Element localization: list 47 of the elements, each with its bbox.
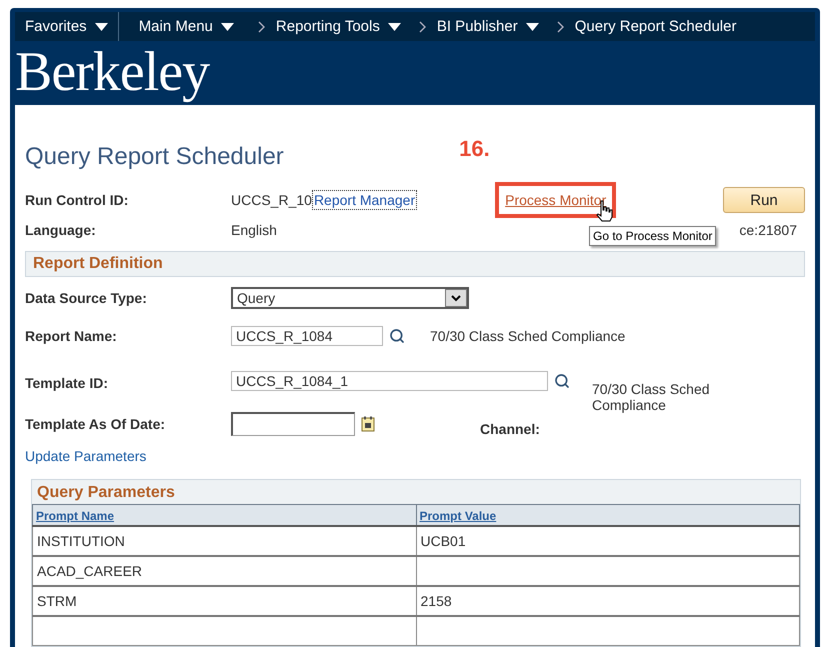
column-header[interactable]: Prompt Value [420, 509, 496, 523]
caret-icon [526, 22, 539, 31]
caret-icon [388, 22, 401, 31]
field-value: English [231, 222, 277, 238]
search-icon[interactable] [554, 373, 570, 389]
field-label: Language: [25, 222, 97, 238]
process-instance-text: ce:21807 [739, 222, 797, 238]
breadcrumb-item[interactable]: BI Publisher [432, 12, 543, 42]
field-value: UCCS_R_10 [231, 192, 312, 208]
template-description: 70/30 Class Sched Compliance [592, 381, 711, 413]
section-header: Report Definition [25, 251, 805, 277]
process-monitor-link[interactable]: Process Monitor [505, 192, 606, 208]
menu-item[interactable]: Main Menu [128, 12, 244, 42]
table-cell: ACAD_CAREER [32, 556, 416, 586]
breadcrumb-item[interactable]: Reporting Tools [272, 12, 405, 42]
field-label: Template As Of Date: [25, 416, 166, 432]
field-label: Data Source Type: [25, 290, 148, 306]
logo: Berkeley [15, 41, 210, 104]
search-icon[interactable] [389, 328, 405, 344]
field-label: Channel: [480, 421, 541, 437]
report-name-field[interactable]: UCCS_R_1084 [231, 326, 383, 346]
chevron-icon [418, 20, 427, 33]
field-label: Report Name: [25, 328, 118, 344]
update-parameters-link[interactable]: Update Parameters [25, 448, 146, 464]
chevron-icon [556, 20, 565, 33]
table-cell: INSTITUTION [32, 526, 416, 556]
menu-item[interactable]: Favorites [15, 12, 119, 42]
table-cell: STRM [32, 586, 416, 616]
caret-icon [220, 22, 234, 31]
date-field[interactable] [231, 412, 355, 436]
column-header[interactable]: Prompt Name [36, 509, 114, 523]
run-button[interactable]: Run [723, 187, 805, 213]
table-cell: 2158 [416, 586, 800, 616]
breadcrumb-item[interactable]: Query Report Scheduler [570, 12, 740, 42]
report-manager-link[interactable]: Report Manager [312, 190, 418, 210]
data-source-dropdown[interactable]: Query [231, 287, 469, 309]
report-description: 70/30 Class Sched Compliance [430, 328, 626, 344]
calendar-icon[interactable] [361, 416, 375, 432]
tooltip: Go to Process Monitor [589, 226, 716, 246]
template-id-field[interactable]: UCCS_R_1084_1 [231, 371, 548, 391]
step-number: 16. [459, 136, 490, 162]
field-label: Run Control ID: [25, 192, 130, 208]
field-label: Template ID: [25, 375, 109, 391]
chevron-icon [258, 20, 266, 33]
page-title: Query Report Scheduler [25, 143, 284, 171]
section-header: Query Parameters [36, 483, 176, 503]
caret-icon [94, 22, 108, 31]
